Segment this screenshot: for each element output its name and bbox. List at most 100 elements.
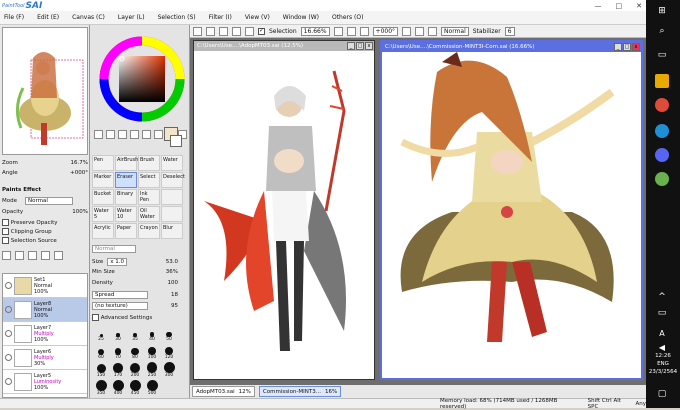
search-icon[interactable]: ⌕ — [655, 24, 669, 38]
mode-dropdown[interactable]: Normal — [441, 26, 469, 36]
tool-binary[interactable]: Binary — [115, 189, 137, 205]
visibility-icon[interactable] — [5, 330, 12, 337]
close-button[interactable]: ✕ — [636, 2, 642, 10]
menu-others[interactable]: Others (O) — [332, 14, 363, 21]
new-folder-icon[interactable] — [15, 251, 24, 260]
visibility-icon[interactable] — [5, 378, 12, 385]
tool-brush[interactable]: Brush — [138, 155, 160, 171]
layer-item[interactable]: Layer5 Luminosity 100% — [3, 370, 87, 394]
clipping-group-checkbox[interactable] — [2, 228, 9, 235]
visibility-icon[interactable] — [5, 354, 12, 361]
brush-size-option[interactable]: 100 — [144, 343, 160, 360]
paints-effect-header[interactable]: Paints Effect — [2, 187, 41, 193]
menu-view[interactable]: View (V) — [245, 14, 270, 21]
transfer-down-icon[interactable] — [28, 251, 37, 260]
layer-item[interactable]: Layer6 Multiply 30% — [3, 346, 87, 370]
volume-icon[interactable]: ◀ — [655, 340, 669, 354]
brush-size-option[interactable]: 30 — [110, 325, 126, 342]
tool-paper[interactable]: Paper — [115, 223, 137, 239]
input-indicator-icon[interactable]: A — [655, 326, 669, 340]
layer-item[interactable]: Layer7 Multiply 100% — [3, 322, 87, 346]
brush-size-option[interactable]: 150 — [93, 361, 109, 378]
doc-maximize-button[interactable]: □ — [623, 43, 631, 51]
tool-acrylic[interactable]: Acrylic — [92, 223, 114, 239]
selection-source-checkbox[interactable] — [2, 237, 9, 244]
taskbar-lang[interactable]: ENG — [646, 361, 680, 367]
doc-maximize-button[interactable]: □ — [356, 42, 364, 50]
brush-size-option[interactable]: 200 — [127, 361, 143, 378]
density-value[interactable]: 100 — [168, 280, 179, 286]
brush-blend-dropdown[interactable]: Normal — [92, 244, 136, 253]
network-icon[interactable]: ▭ — [655, 306, 669, 320]
move-tool-icon[interactable] — [130, 130, 139, 139]
brush-size-option[interactable]: 80 — [127, 343, 143, 360]
size-multiplier[interactable]: x 1.0 — [107, 257, 128, 266]
layer-item[interactable]: Set1 Normal 100% — [3, 274, 87, 298]
tool-water[interactable]: Water — [161, 155, 183, 171]
brush-size-option[interactable]: 400 — [110, 379, 126, 396]
preserve-opacity-checkbox[interactable] — [2, 219, 9, 226]
brush-size-option[interactable]: 170 — [110, 361, 126, 378]
taskbar-date[interactable]: 23/3/2564 — [646, 369, 680, 375]
advanced-settings-toggle[interactable] — [92, 314, 99, 321]
tool-empty-2[interactable] — [161, 206, 183, 222]
minimize-button[interactable]: — — [595, 2, 602, 10]
tool-eraser[interactable]: Eraser — [115, 172, 137, 188]
tool-select[interactable]: Select — [138, 172, 160, 188]
tool-ink-pen[interactable]: Ink Pen — [138, 189, 160, 205]
layer-item[interactable]: Layer8 Normal 100% — [3, 298, 87, 322]
tool-marker[interactable]: Marker — [92, 172, 114, 188]
invert-selection-icon[interactable] — [232, 26, 241, 36]
menu-selection[interactable]: Selection (S) — [158, 14, 196, 21]
magic-wand-icon[interactable] — [118, 130, 127, 139]
brush-size-value[interactable]: 53.0 — [166, 259, 178, 265]
tool-pen[interactable]: Pen — [92, 155, 114, 171]
zoom-out-icon[interactable] — [333, 26, 343, 36]
rotate-left-icon[interactable] — [402, 26, 412, 36]
brush-size-option[interactable]: 35 — [127, 325, 143, 342]
menu-filter[interactable]: Filter (I) — [209, 14, 232, 21]
flip-icon[interactable] — [428, 26, 438, 36]
brush-texture-dropdown[interactable]: (no texture) — [92, 301, 148, 310]
edge-icon[interactable] — [655, 124, 669, 138]
tool-water-10[interactable]: Water 10 — [115, 206, 137, 222]
file-explorer-icon[interactable] — [655, 74, 669, 88]
brush-size-option[interactable]: 500 — [144, 379, 160, 396]
tool-blur[interactable]: Blur — [161, 223, 183, 239]
brush-size-option[interactable]: 70 — [110, 343, 126, 360]
layer-mode-dropdown[interactable]: Normal — [25, 196, 73, 205]
zoom-in-icon[interactable] — [346, 26, 356, 36]
undo-icon[interactable] — [193, 26, 202, 36]
menu-edit[interactable]: Edit (E) — [37, 14, 59, 21]
document-window-commission[interactable]: C:\Users\Use....\Commission-MINT3I-Com.s… — [380, 40, 643, 380]
brush-size-option[interactable]: 120 — [161, 343, 177, 360]
brush-size-option[interactable]: 300 — [161, 361, 177, 378]
windows-start-icon[interactable]: ⊞ — [655, 4, 669, 18]
menu-window[interactable]: Window (W) — [283, 14, 319, 21]
doc-close-button[interactable]: x — [365, 42, 373, 50]
merge-down-icon[interactable] — [41, 251, 50, 260]
selection-checkbox[interactable] — [258, 27, 265, 35]
document-window-adop[interactable]: C:\Users\Use....\AdopMT03.sai (12.5%) _ … — [193, 40, 375, 380]
rotation-field[interactable]: +000° — [372, 26, 399, 36]
tool-airbrush[interactable]: AirBrush — [115, 155, 138, 171]
redo-icon[interactable] — [206, 26, 215, 36]
chrome-icon[interactable] — [655, 98, 669, 112]
zoom-field[interactable]: 16.66% — [300, 26, 330, 36]
brush-size-option[interactable]: 50 — [161, 325, 177, 342]
brush-size-option[interactable]: 40 — [144, 325, 160, 342]
tab-adop[interactable]: AdopMT03.sai 12% — [192, 386, 255, 397]
lasso-tool-icon[interactable] — [106, 130, 115, 139]
delete-layer-icon[interactable] — [54, 251, 63, 260]
nav-zoom-value[interactable]: 16.7% — [71, 160, 88, 166]
task-view-icon[interactable]: ▭ — [655, 48, 669, 62]
brush-size-option[interactable]: 450 — [127, 379, 143, 396]
visibility-icon[interactable] — [5, 306, 12, 313]
tray-chevron-icon[interactable]: ^ — [655, 290, 669, 304]
show-selection-icon[interactable] — [245, 26, 254, 36]
visibility-icon[interactable] — [5, 282, 12, 289]
menu-layer[interactable]: Layer (L) — [118, 14, 145, 21]
new-layer-icon[interactable] — [2, 251, 11, 260]
brush-size-option[interactable]: 60 — [93, 343, 109, 360]
navigator-preview[interactable] — [2, 27, 88, 155]
